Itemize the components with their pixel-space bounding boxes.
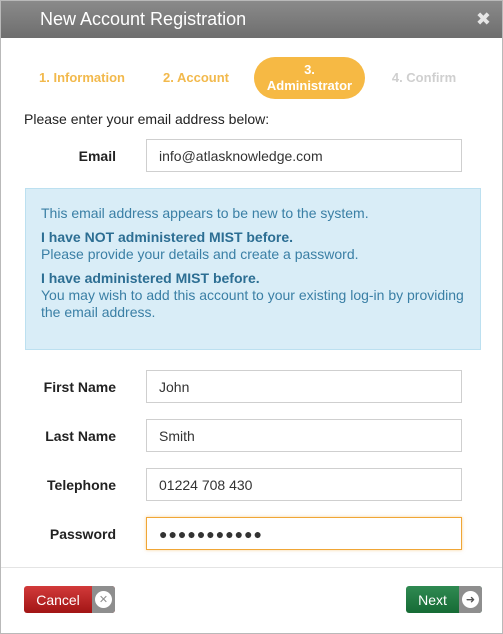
info-line-new: This email address appears to be new to … xyxy=(41,205,369,221)
registration-dialog: New Account Registration ✖ 1. Informatio… xyxy=(0,0,503,634)
info-box: This email address appears to be new to … xyxy=(25,188,481,350)
step-confirm[interactable]: 4. Confirm xyxy=(369,57,479,99)
info-text-administered: You may wish to add this account to your… xyxy=(41,287,464,320)
dialog-titlebar: New Account Registration ✖ xyxy=(1,1,502,38)
step-administrator-number: 3. xyxy=(304,62,315,77)
next-button[interactable]: Next ➜ xyxy=(406,586,482,613)
step-administrator-label: Administrator xyxy=(266,78,353,93)
wizard-steps: 1. Information 2. Account 3. Administrat… xyxy=(1,57,502,99)
first-name-field[interactable] xyxy=(146,370,462,403)
close-icon[interactable]: ✖ xyxy=(476,9,491,29)
step-confirm-label: 4. Confirm xyxy=(391,70,457,85)
cancel-button[interactable]: Cancel ✕ xyxy=(24,586,115,613)
step-information[interactable]: 1. Information xyxy=(27,57,137,99)
step-account[interactable]: 2. Account xyxy=(141,57,251,99)
next-button-label: Next xyxy=(418,591,447,608)
arrow-right-circle-icon: ➜ xyxy=(459,586,482,613)
info-heading-not-administered: I have NOT administered MIST before. xyxy=(41,229,294,245)
step-administrator[interactable]: 3. Administrator xyxy=(254,57,365,99)
step-account-label: 2. Account xyxy=(163,70,229,85)
email-label: Email xyxy=(78,148,116,164)
last-name-label: Last Name xyxy=(45,428,116,444)
email-field[interactable] xyxy=(146,139,462,172)
cancel-button-label: Cancel xyxy=(36,591,80,608)
footer-divider xyxy=(1,567,502,568)
first-name-label: First Name xyxy=(43,379,116,395)
dialog-title: New Account Registration xyxy=(40,9,247,29)
step-information-label: 1. Information xyxy=(39,70,125,85)
telephone-field[interactable] xyxy=(146,468,462,501)
intro-text: Please enter your email address below: xyxy=(24,111,270,127)
close-circle-icon: ✕ xyxy=(92,586,115,613)
password-label: Password xyxy=(49,526,116,542)
info-text-not-administered: Please provide your details and create a… xyxy=(41,246,359,262)
password-field[interactable] xyxy=(146,517,462,550)
telephone-label: Telephone xyxy=(47,477,116,493)
last-name-field[interactable] xyxy=(146,419,462,452)
info-heading-administered: I have administered MIST before. xyxy=(41,270,260,286)
